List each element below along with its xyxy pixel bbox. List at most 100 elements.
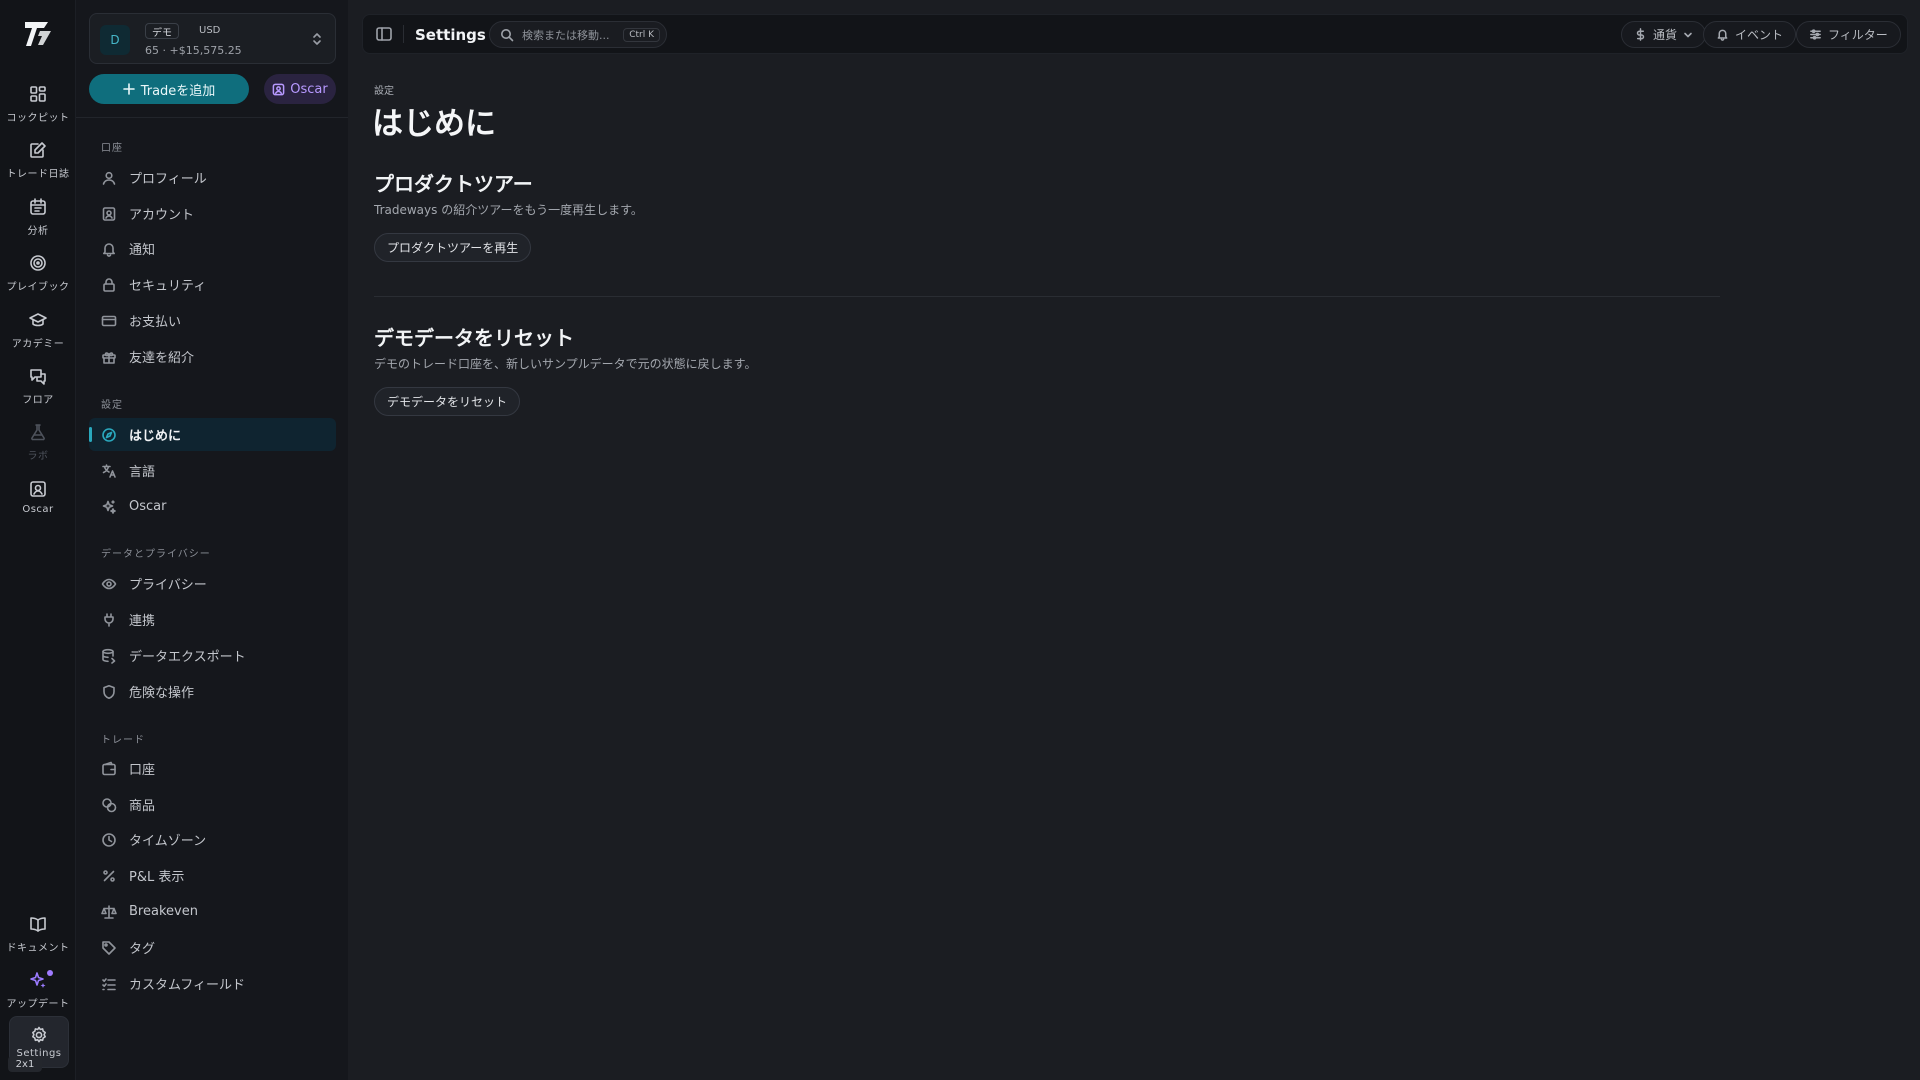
sidebar-item-language[interactable]: 言語 [89, 454, 336, 487]
sidebar-item-integrations[interactable]: 連携 [89, 603, 336, 636]
sidebar-item-label: カスタムフィールド [129, 978, 245, 993]
rail-label: 分析 [27, 226, 49, 237]
group-label-account: 口座 [101, 143, 123, 154]
logo-icon[interactable] [22, 18, 54, 50]
account-avatar: D [100, 25, 130, 55]
update-dot [47, 970, 53, 976]
tag-icon [102, 940, 116, 955]
section-title-product-tour: プロダクトツアー [374, 172, 533, 196]
shield-icon [103, 684, 115, 699]
compass-icon [102, 427, 116, 442]
reset-demo-button[interactable]: デモデータをリセット [374, 387, 521, 416]
clock-icon [102, 832, 116, 847]
scale-icon [101, 904, 117, 919]
rail-label: フロア [22, 395, 54, 406]
bell-icon [103, 242, 115, 257]
book-icon [30, 917, 46, 932]
sidebar-item-label: 友達を紹介 [129, 351, 195, 366]
sidebar-item-privacy[interactable]: プライバシー [89, 567, 336, 600]
sidebar-item-billing[interactable]: お支払い [89, 304, 336, 337]
sidebar-item-account[interactable]: アカウント [89, 197, 336, 230]
oscar-icon [272, 83, 285, 95]
currency-dropdown[interactable]: 通貨 [1621, 21, 1707, 48]
sidebar-item-label: P&L 表示 [129, 870, 185, 885]
chat-icon [30, 369, 46, 385]
replay-tour-button[interactable]: プロダクトツアーを再生 [374, 233, 532, 262]
sidebar-item-instruments[interactable]: 商品 [89, 788, 336, 821]
rail-item-docs[interactable]: ドキュメント [0, 910, 76, 962]
main-content: Settings 検索または移動... Ctrl K 通貨 イベント フィルター… [348, 0, 1920, 1080]
gift-icon [102, 351, 116, 364]
account-summary: 65 · +$15,575.25 [145, 44, 242, 57]
sidebar-item-profile[interactable]: プロフィール [89, 161, 336, 194]
sidebar-item-label: はじめに [129, 429, 182, 444]
eye-icon [101, 578, 117, 589]
rail-item-updates[interactable]: アップデート [0, 966, 76, 1018]
rail-label: アップデート [6, 999, 70, 1010]
sparkles-icon [30, 972, 46, 988]
breadcrumb: 設定 [374, 86, 394, 97]
percent-icon [103, 869, 115, 882]
search-icon [501, 28, 514, 41]
credit-card-icon [101, 315, 117, 326]
journal-icon [30, 142, 46, 158]
add-trade-button[interactable]: Tradeを追加 [89, 74, 249, 104]
rail-item-floor[interactable]: フロア [0, 362, 76, 414]
filter-button[interactable]: フィルター [1796, 21, 1901, 48]
rail-label: アカデミー [11, 339, 65, 350]
rail-item-lab[interactable]: ラボ [0, 418, 76, 470]
sidebar-toggle-icon[interactable] [375, 25, 393, 43]
sidebar-item-data-export[interactable]: データエクスポート [89, 639, 336, 672]
sidebar-item-timezone[interactable]: タイムゾーン [89, 823, 336, 856]
section-title-reset-demo: デモデータをリセット [374, 326, 574, 350]
rail-item-analysis[interactable]: 分析 [0, 193, 76, 245]
top-bar: Settings 検索または移動... Ctrl K 通貨 イベント フィルター [362, 14, 1908, 54]
rail-item-oscar[interactable]: Oscar [0, 475, 76, 527]
sidebar-item-trade-accounts[interactable]: 口座 [89, 752, 336, 785]
rail-item-cockpit[interactable]: コックピット [0, 80, 76, 132]
page-header-title: Settings [415, 26, 486, 44]
translate-icon [102, 463, 116, 478]
lock-icon [103, 277, 115, 292]
sidebar-item-getting-started[interactable]: はじめに [89, 418, 336, 451]
target-icon [30, 255, 46, 271]
sidebar-item-oscar[interactable]: Oscar [89, 490, 336, 523]
group-label-trade: トレード [101, 735, 145, 746]
rail-label: コックピット [6, 113, 70, 124]
coins-icon [102, 797, 117, 812]
sidebar-item-breakeven[interactable]: Breakeven [89, 895, 336, 928]
rail-item-journal[interactable]: トレード日誌 [0, 136, 76, 188]
rail-label: プレイブック [6, 282, 70, 293]
sidebar-item-label: セキュリティ [129, 279, 207, 294]
events-button[interactable]: イベント [1703, 21, 1797, 48]
rail-label: トレード日誌 [6, 169, 70, 180]
rail-item-playbook[interactable]: プレイブック [0, 249, 76, 301]
list-checks-icon [102, 977, 116, 990]
id-card-icon [102, 206, 116, 221]
sidebar-item-label: 言語 [129, 465, 156, 480]
dollar-icon [1636, 28, 1645, 41]
rail-item-academy[interactable]: アカデミー [0, 306, 76, 358]
sidebar-item-label: プロフィール [129, 172, 207, 187]
sidebar-item-custom-fields[interactable]: カスタムフィールド [89, 967, 336, 1000]
sidebar-item-label: 通知 [129, 243, 156, 258]
flask-icon [31, 424, 45, 441]
section-desc-product-tour: Tradeways の紹介ツアーをもう一度再生します。 [374, 203, 643, 217]
sidebar-item-referral[interactable]: 友達を紹介 [89, 340, 336, 373]
bell-icon [1717, 29, 1728, 41]
sidebar-item-label: タグ [129, 942, 156, 957]
sidebar-item-pnl-display[interactable]: P&L 表示 [89, 859, 336, 892]
group-label-settings: 設定 [101, 400, 123, 411]
search-input[interactable]: 検索または移動... Ctrl K [489, 21, 667, 48]
account-currency: USD [199, 25, 221, 36]
dashboard-icon [30, 86, 46, 102]
sidebar-item-label: お支払い [129, 315, 182, 330]
sidebar-item-label: プライバシー [129, 578, 207, 593]
sidebar-item-label: データエクスポート [129, 650, 246, 665]
account-switcher[interactable]: D デモ USD 65 · +$15,575.25 [89, 13, 336, 64]
sidebar-item-security[interactable]: セキュリティ [89, 268, 336, 301]
sidebar-item-tags[interactable]: タグ [89, 931, 336, 964]
sidebar-item-notifications[interactable]: 通知 [89, 232, 336, 265]
oscar-button[interactable]: Oscar [264, 74, 336, 104]
sidebar-item-danger-zone[interactable]: 危険な操作 [89, 675, 336, 708]
